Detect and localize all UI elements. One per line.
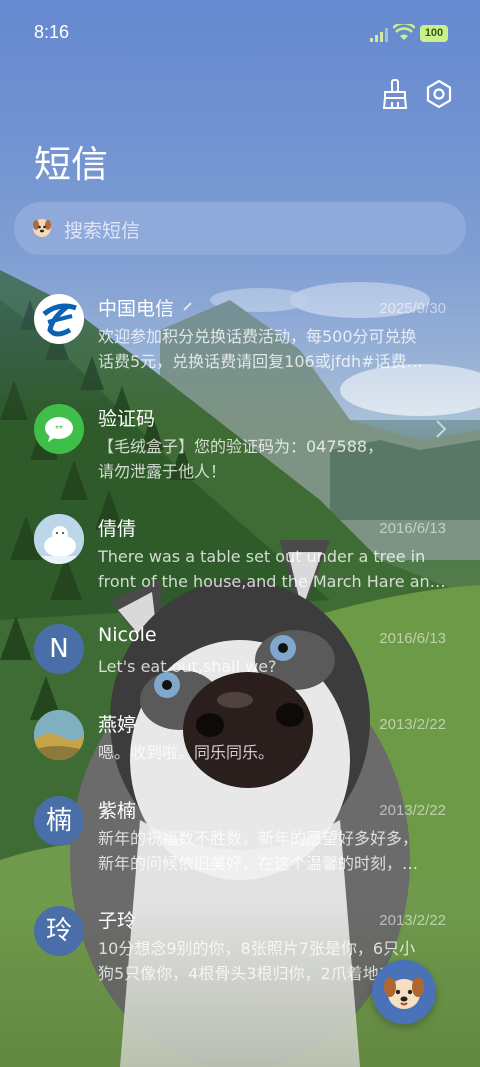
contact-name: 燕婷	[98, 714, 137, 736]
dog-search-icon	[33, 219, 51, 237]
broom-clean-icon[interactable]	[380, 78, 410, 110]
message-date: 2025/9/30	[379, 300, 446, 317]
china-telecom-logo-icon	[34, 294, 84, 344]
dog-face-icon	[384, 977, 424, 1009]
contact-name: 验证码	[98, 408, 156, 430]
page-title: 短信	[34, 143, 108, 186]
message-preview: 新年的祝福数不胜数，新年的愿望好多好多， 新年的问候依旧美好，在这个温馨的时刻，…	[98, 829, 419, 873]
message-preview: There was a table set out under a tree i…	[98, 547, 446, 591]
contact-name: 中国电信	[98, 298, 175, 320]
contact-name: 紫楠	[98, 800, 137, 822]
conversation-item[interactable]: 倩倩 2016/6/13 There was a table set out u…	[0, 502, 480, 602]
landscape-photo-avatar	[34, 710, 84, 760]
status-bar: 8:16 100	[0, 0, 480, 66]
message-date: 2016/6/13	[379, 520, 446, 537]
message-date: 2013/2/22	[379, 802, 446, 819]
message-date: 2013/2/22	[379, 716, 446, 733]
message-preview: Let's eat out,shall we?	[98, 657, 277, 676]
wifi-icon	[393, 24, 415, 40]
new-message-fab[interactable]	[372, 960, 436, 1024]
message-preview: 欢迎参加积分兑换话费活动，每500分可兑换 话费5元，兑换话费请回复106或jf…	[98, 327, 423, 371]
message-bubble-icon: **	[34, 404, 84, 454]
status-time: 8:16	[34, 22, 70, 42]
conversation-item[interactable]: ** 验证码 【毛绒盒子】您的验证码为：047588， 请勿泄露于他人！	[0, 392, 480, 492]
message-date: 2016/6/13	[379, 630, 446, 647]
message-preview: 嗯。收到啦。同乐同乐。	[98, 743, 275, 762]
edit-pen-icon	[183, 302, 192, 311]
cellular-signal-icon	[370, 28, 388, 42]
search-input[interactable]: 搜索短信	[64, 216, 140, 243]
chevron-right-icon[interactable]	[436, 420, 446, 438]
conversation-item[interactable]: 中国电信 2025/9/30 欢迎参加积分兑换话费活动，每500分可兑换 话费5…	[0, 282, 480, 382]
top-actions	[0, 78, 480, 112]
contact-name: 子玲	[98, 910, 137, 932]
svg-text:**: **	[55, 424, 63, 435]
avatar-letter: N	[34, 624, 84, 674]
avatar-letter: 楠	[34, 796, 84, 846]
polar-bear-avatar	[34, 514, 84, 564]
message-date: 2013/2/22	[379, 912, 446, 929]
contact-name: Nicole	[98, 624, 157, 646]
contact-name: 倩倩	[98, 518, 137, 540]
message-preview: 【毛绒盒子】您的验证码为：047588， 请勿泄露于他人！	[98, 437, 384, 481]
battery-indicator: 100	[420, 25, 448, 42]
avatar-letter: 玲	[34, 906, 84, 956]
conversation-item[interactable]: N Nicole 2016/6/13 Let's eat out,shall w…	[0, 612, 480, 712]
settings-hexagon-icon[interactable]	[424, 78, 454, 110]
conversation-item[interactable]: 楠 紫楠 2013/2/22 新年的祝福数不胜数，新年的愿望好多好多， 新年的问…	[0, 784, 480, 884]
conversation-item[interactable]: 燕婷 2013/2/22 嗯。收到啦。同乐同乐。	[0, 698, 480, 798]
